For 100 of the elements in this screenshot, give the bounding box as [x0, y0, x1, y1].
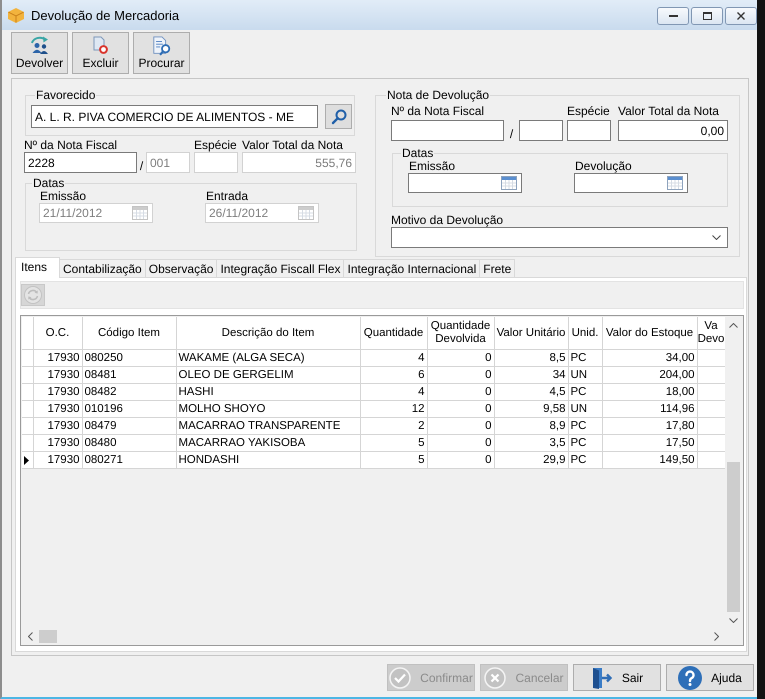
table-cell: 34,00	[602, 350, 697, 366]
tab[interactable]: Integração Internacional	[343, 259, 480, 277]
column-header[interactable]: Descrição do Item	[176, 317, 360, 350]
table-cell: MOLHO SHOYO	[176, 400, 360, 418]
tab[interactable]: Observação	[144, 259, 218, 277]
exit-button[interactable]: Sair	[573, 664, 661, 691]
table-cell: UN	[568, 400, 602, 418]
table-cell: 17930	[33, 400, 82, 418]
total-field[interactable]: 0,00	[618, 120, 728, 141]
series-field[interactable]	[519, 120, 563, 141]
reason-dropdown[interactable]	[391, 227, 728, 248]
tab[interactable]: Itens	[15, 257, 60, 278]
cancel-circle-icon	[484, 666, 506, 688]
table-cell: 5	[360, 452, 427, 468]
table-cell: 0	[427, 384, 494, 400]
table-cell: UN	[568, 366, 602, 384]
table-cell: 080250	[82, 350, 176, 366]
table-cell: 5	[360, 434, 427, 452]
calendar-icon[interactable]	[667, 176, 683, 190]
tab[interactable]: Contabilização	[59, 259, 146, 277]
table-cell: 8,5	[494, 350, 568, 366]
column-header[interactable]: Código Item	[82, 317, 176, 350]
field-label: Nº da Nota Fiscal	[24, 138, 118, 152]
column-header[interactable]: O.C.	[33, 317, 82, 350]
invoice-number-field[interactable]: 2228	[24, 152, 137, 173]
column-header[interactable]: Quantidade	[360, 317, 427, 350]
table-cell: 17930	[33, 366, 82, 384]
table-cell: PC	[568, 350, 602, 366]
column-header[interactable]: Valor do Estoque	[602, 317, 697, 350]
field-label: Motivo da Devolução	[391, 214, 504, 227]
check-circle-icon	[389, 666, 412, 688]
table-cell: 08479	[82, 418, 176, 434]
field-label: Valor Total da Nota	[618, 104, 720, 118]
field-label: Nº da Nota Fiscal	[391, 104, 486, 118]
date-field[interactable]	[574, 173, 688, 193]
document-search-icon	[152, 36, 172, 56]
table-cell	[697, 452, 725, 468]
table-cell: HONDASHI	[176, 452, 360, 468]
supplier-field[interactable]: A. L. R. PIVA COMERCIO DE ALIMENTOS - ME	[31, 105, 318, 128]
invoice-number-field[interactable]	[391, 120, 504, 141]
tab[interactable]: Integração Fiscall Flex	[216, 259, 344, 277]
delete-button[interactable]: Excluir	[72, 32, 129, 74]
field-label: Entrada	[205, 190, 250, 203]
table-cell: 17930	[33, 350, 82, 366]
table-cell	[697, 384, 725, 400]
return-button[interactable]: Devolver	[11, 32, 68, 74]
species-field[interactable]	[567, 120, 611, 141]
table-cell: 3,5	[494, 434, 568, 452]
calendar-icon[interactable]	[501, 176, 517, 190]
table-cell	[697, 418, 725, 434]
table-cell: PC	[568, 452, 602, 468]
search-button[interactable]	[325, 104, 352, 129]
column-header[interactable]: Unid.	[568, 317, 602, 350]
table-cell: 0	[427, 400, 494, 418]
scroll-down-icon[interactable]	[729, 618, 738, 623]
people-arrows-icon	[28, 36, 50, 54]
table-cell: 08481	[82, 366, 176, 384]
field-label: Emissão	[39, 190, 88, 203]
minimize-icon	[668, 15, 678, 17]
date-field[interactable]	[408, 173, 522, 193]
table-cell: 0	[427, 418, 494, 434]
table-cell	[697, 434, 725, 452]
group-label: Datas	[401, 146, 434, 160]
close-button[interactable]	[725, 7, 757, 25]
table-cell: 17,80	[602, 418, 697, 434]
column-header[interactable]: Valor Unitário	[494, 317, 568, 350]
table-cell: 2	[360, 418, 427, 434]
table-cell: 0	[427, 434, 494, 452]
maximize-button[interactable]	[691, 7, 723, 25]
table-cell: 114,96	[602, 400, 697, 418]
group-label: Datas	[32, 176, 66, 190]
table-cell: 4,5	[494, 384, 568, 400]
column-header[interactable]: Va Devo	[697, 317, 725, 350]
chevron-down-icon	[712, 235, 721, 240]
table-cell: MACARRAO TRANSPARENTE	[176, 418, 360, 434]
table-cell: 8,9	[494, 418, 568, 434]
row-header[interactable]	[22, 452, 33, 468]
box-icon	[8, 8, 24, 22]
help-button[interactable]: Ajuda	[666, 664, 754, 691]
scroll-up-icon[interactable]	[729, 323, 738, 328]
table-cell: 17930	[33, 452, 82, 468]
tab[interactable]: Frete	[479, 259, 516, 277]
table-cell: 0	[427, 452, 494, 468]
find-button[interactable]: Procurar	[133, 32, 190, 74]
scroll-left-icon[interactable]	[28, 632, 33, 641]
table-cell: 08482	[82, 384, 176, 400]
table-cell: 18,00	[602, 384, 697, 400]
table-cell	[697, 400, 725, 418]
table-cell: MACARRAO YAKISOBA	[176, 434, 360, 452]
scrollbar-thumb[interactable]	[39, 630, 57, 643]
table-cell: 17930	[33, 384, 82, 400]
scroll-right-icon[interactable]	[714, 632, 719, 641]
maximize-icon	[702, 12, 712, 20]
number-separator: /	[508, 127, 514, 141]
minimize-button[interactable]	[657, 7, 689, 25]
table-cell: 4	[360, 384, 427, 400]
table-cell: 34	[494, 366, 568, 384]
column-header[interactable]: Quantidade Devolvida	[427, 317, 494, 350]
scrollbar-thumb[interactable]	[727, 462, 740, 612]
table-cell	[697, 366, 725, 384]
